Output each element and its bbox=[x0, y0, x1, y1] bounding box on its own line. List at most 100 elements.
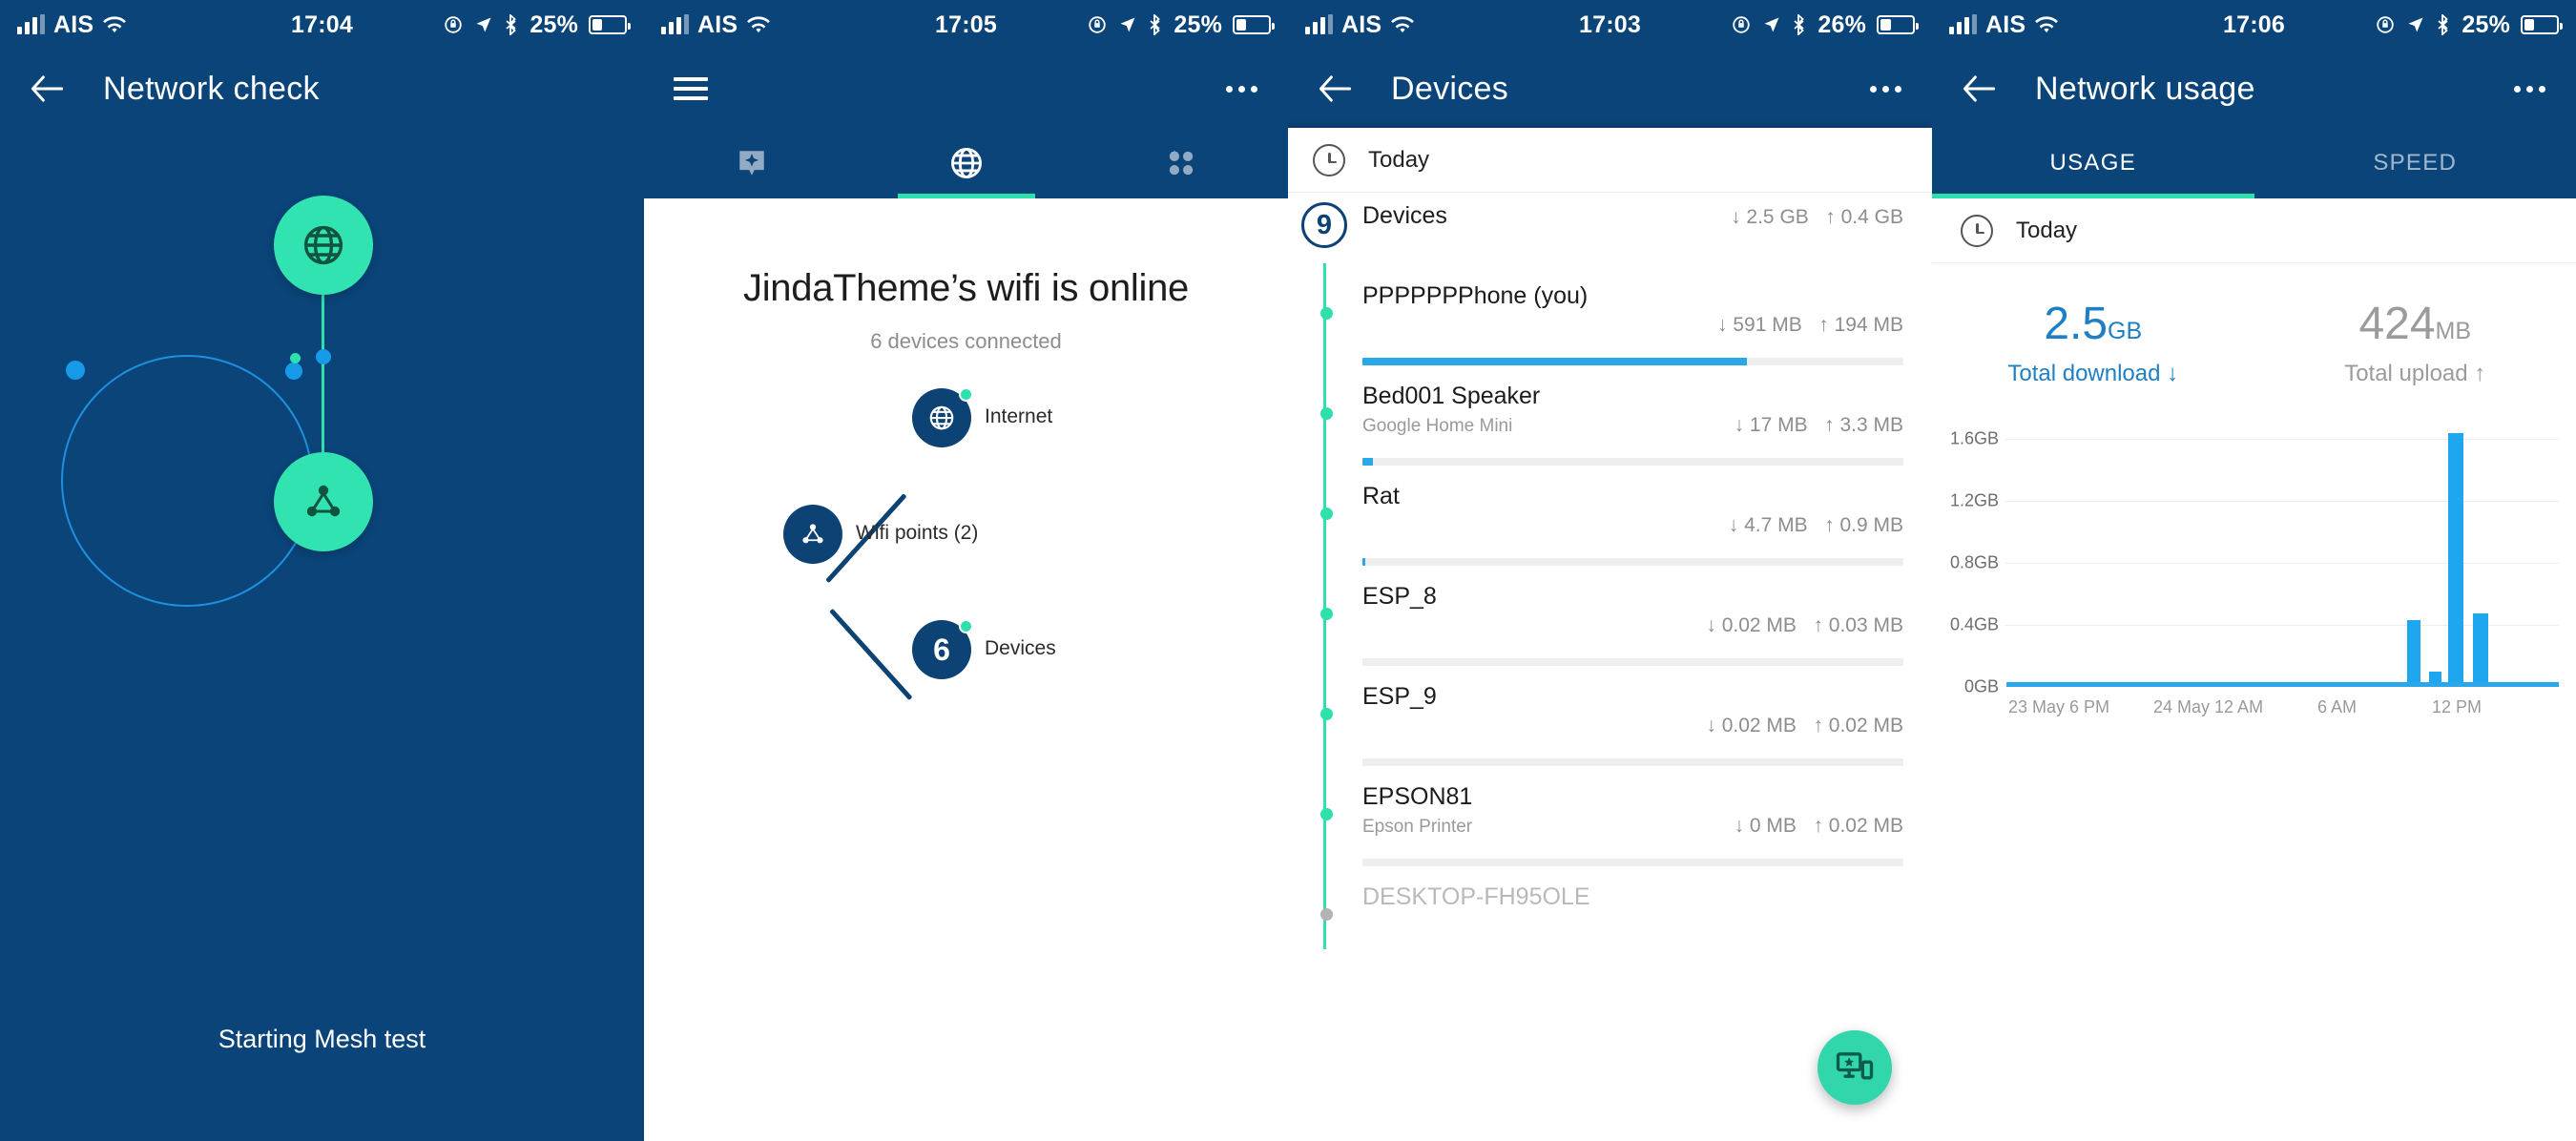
panel-network-check: AIS 17:04 25% Network check Starting Mes… bbox=[0, 0, 644, 1141]
timeline-dot bbox=[1320, 808, 1333, 820]
x-axis-tick: 23 May 6 PM bbox=[2008, 697, 2110, 716]
topology-node-devices[interactable]: 6 bbox=[912, 619, 973, 679]
add-device-fab[interactable] bbox=[1818, 1030, 1892, 1105]
tab-usage[interactable]: USAGE bbox=[1932, 128, 2254, 198]
topology-devices-count: 6 bbox=[933, 632, 950, 667]
device-usage-bar bbox=[1362, 859, 1903, 866]
device-row[interactable]: ESP_9 ↓ 0.02 MB ↑ 0.02 MB bbox=[1320, 666, 1932, 766]
chart-bar bbox=[2406, 620, 2420, 687]
y-axis-tick: 0GB bbox=[1963, 676, 1999, 696]
total-download: 2.5GB Total download ↓ bbox=[1932, 301, 2254, 387]
timeline-dot bbox=[1320, 608, 1333, 620]
device-row[interactable]: EPSON81 Epson Printer ↓ 0 MB ↑ 0.02 MB bbox=[1320, 766, 1932, 866]
battery-icon bbox=[589, 15, 631, 34]
topology-edge-wifi-devices bbox=[829, 608, 913, 701]
overflow-menu-button[interactable] bbox=[2507, 67, 2551, 111]
app-bar-3: Devices bbox=[1288, 50, 1932, 128]
screen-rotation-lock-icon bbox=[1733, 16, 1751, 33]
device-row[interactable]: DESKTOP-FH95OLE bbox=[1320, 866, 1932, 921]
device-values: ↓ 4.7 MB ↑ 0.9 MB bbox=[1729, 514, 1903, 537]
status-right-4: 25% bbox=[2375, 10, 2563, 39]
bluetooth-icon bbox=[1150, 14, 1161, 35]
overflow-menu-button[interactable] bbox=[1219, 67, 1263, 111]
device-values: ↓ 17 MB ↑ 3.3 MB bbox=[1735, 414, 1903, 437]
back-button[interactable] bbox=[1957, 67, 2001, 111]
carrier-label: AIS bbox=[53, 10, 94, 38]
app-bar-1: Network check bbox=[0, 50, 644, 128]
status-right-1: 25% bbox=[443, 11, 631, 39]
device-meta: Epson Printer ↓ 0 MB ↑ 0.02 MB bbox=[1362, 815, 1903, 845]
period-selector[interactable]: Today bbox=[1288, 128, 1932, 193]
total-download-value: 2.5GB bbox=[1932, 301, 2254, 347]
back-button[interactable] bbox=[1313, 67, 1357, 111]
bottom-tab-bar bbox=[644, 128, 1288, 198]
devices-count-badge: 9 bbox=[1301, 202, 1347, 248]
mesh-node[interactable] bbox=[274, 452, 373, 551]
panel-network-usage: AIS 17:06 25% Network usage USAGE SPEED … bbox=[1932, 0, 2576, 1141]
tab-assistant[interactable] bbox=[644, 128, 859, 198]
status-left-3: AIS bbox=[1305, 11, 1415, 39]
carrier-label: AIS bbox=[697, 10, 738, 38]
tab-settings[interactable] bbox=[1073, 128, 1288, 198]
topology-node-wifi-points[interactable] bbox=[783, 505, 842, 564]
internet-node[interactable] bbox=[274, 196, 373, 295]
tab-speed[interactable]: SPEED bbox=[2254, 128, 2576, 198]
signal-bars-icon bbox=[1305, 14, 1333, 34]
device-download: ↓ 4.7 MB bbox=[1728, 514, 1808, 536]
device-usage-bar bbox=[1362, 658, 1903, 666]
home-content-sheet: JindaTheme’s wifi is online 6 devices co… bbox=[644, 198, 1288, 1141]
timeline-dot bbox=[1320, 708, 1333, 720]
carrier-label: AIS bbox=[1985, 10, 2026, 38]
device-name: ESP_8 bbox=[1362, 583, 1437, 610]
period-selector[interactable]: Today bbox=[1932, 198, 2576, 263]
wifi-icon bbox=[103, 16, 127, 33]
clock-icon bbox=[1961, 214, 1993, 247]
more-vertical-icon bbox=[1869, 85, 1901, 93]
period-label: Today bbox=[1368, 146, 1430, 173]
wifi-icon bbox=[747, 16, 771, 33]
timeline-dot bbox=[1320, 407, 1333, 420]
device-subtitle: Google Home Mini bbox=[1362, 416, 1513, 436]
back-button[interactable] bbox=[25, 67, 69, 111]
mesh-test-graphic: Starting Mesh test bbox=[0, 0, 644, 1141]
orbit-dot-left bbox=[66, 361, 85, 380]
device-row[interactable]: Bed001 Speaker Google Home Mini ↓ 17 MB … bbox=[1320, 365, 1932, 466]
device-row[interactable]: ESP_8 ↓ 0.02 MB ↑ 0.03 MB bbox=[1320, 566, 1932, 666]
timeline-dot bbox=[1320, 508, 1333, 520]
wifi-devices-subtitle: 6 devices connected bbox=[870, 329, 1062, 353]
topology-node-internet[interactable] bbox=[912, 387, 973, 447]
status-badge bbox=[959, 387, 973, 402]
wifi-icon bbox=[1391, 16, 1415, 33]
assistant-sparkle-icon bbox=[738, 151, 764, 176]
panel-devices: AIS 17:03 26% Devices Today 9 Devices ↓ … bbox=[1288, 0, 1932, 1141]
tab-network[interactable] bbox=[859, 128, 1073, 198]
devices-summary-row: Devices ↓ 2.5 GB ↑ 0.4 GB bbox=[1362, 202, 1932, 265]
timeline-dot bbox=[1320, 908, 1333, 921]
device-values: ↓ 591 MB ↑ 194 MB bbox=[1717, 314, 1903, 337]
device-name: Rat bbox=[1362, 483, 1400, 509]
battery-percent-label: 25% bbox=[2462, 10, 2510, 38]
device-upload: ↑ 0.03 MB bbox=[1813, 614, 1903, 636]
battery-icon bbox=[1233, 15, 1275, 34]
chart-bar bbox=[2448, 433, 2464, 687]
menu-button[interactable] bbox=[669, 67, 713, 111]
device-upload: ↑ 0.9 MB bbox=[1824, 514, 1903, 536]
signal-bars-icon bbox=[17, 14, 45, 34]
device-values: ↓ 0.02 MB ↑ 0.03 MB bbox=[1706, 614, 1903, 637]
screenshot-root: AIS 17:04 25% Network check Starting Mes… bbox=[0, 0, 2576, 1141]
device-meta: ↓ 4.7 MB ↑ 0.9 MB bbox=[1362, 514, 1903, 545]
overflow-menu-button[interactable] bbox=[1863, 67, 1907, 111]
device-usage-bar bbox=[1362, 758, 1903, 766]
device-download: ↓ 0.02 MB bbox=[1706, 715, 1797, 736]
total-upload-number: 424 bbox=[2358, 299, 2436, 349]
topology-label-wifi-points: Wifi points (2) bbox=[856, 522, 979, 544]
bluetooth-icon bbox=[1794, 14, 1805, 35]
app-bar-4: Network usage bbox=[1932, 50, 2576, 128]
device-row[interactable]: Rat ↓ 4.7 MB ↑ 0.9 MB bbox=[1320, 466, 1932, 566]
status-badge bbox=[959, 619, 973, 633]
device-row[interactable]: PPPPPPPhone (you) ↓ 591 MB ↑ 194 MB bbox=[1320, 265, 1932, 365]
device-download: ↓ 17 MB bbox=[1734, 414, 1808, 436]
carrier-label: AIS bbox=[1341, 10, 1382, 38]
period-label: Today bbox=[2016, 217, 2078, 243]
mesh-points-icon bbox=[306, 485, 341, 517]
